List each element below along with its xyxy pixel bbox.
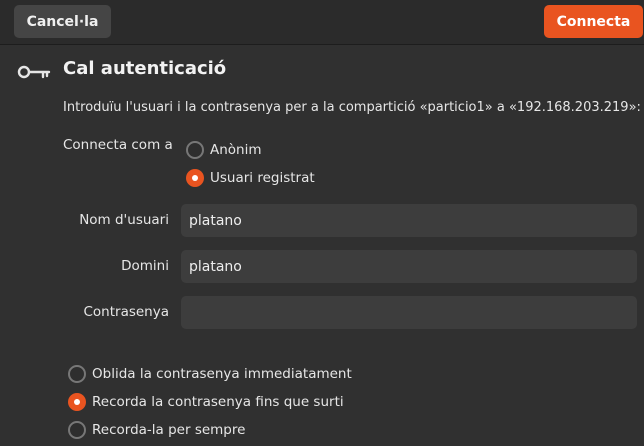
password-label: Contrasenya — [83, 304, 169, 320]
connect-as-label: Connecta com a — [63, 137, 173, 153]
radio-remember-forever-indicator[interactable] — [68, 421, 86, 439]
header-bar: Cancel·la Connecta — [0, 0, 644, 45]
connect-button[interactable]: Connecta — [544, 5, 643, 38]
radio-anonymous-indicator[interactable] — [186, 141, 204, 159]
radio-registered-user-indicator[interactable] — [186, 169, 204, 187]
password-field[interactable] — [181, 296, 637, 329]
radio-remember-until-logout[interactable]: Recorda la contrasenya fins que surti — [68, 391, 344, 413]
key-icon — [17, 65, 51, 79]
radio-remember-forever[interactable]: Recorda-la per sempre — [68, 419, 245, 441]
radio-registered-user-label: Usuari registrat — [210, 170, 315, 186]
domain-field[interactable]: platano — [181, 250, 637, 283]
radio-forget-immediately-indicator[interactable] — [68, 365, 86, 383]
cancel-button[interactable]: Cancel·la — [14, 5, 111, 38]
radio-remember-until-logout-indicator[interactable] — [68, 393, 86, 411]
dialog-description: Introduïu l'usuari i la contrasenya per … — [63, 100, 641, 115]
radio-registered-user[interactable]: Usuari registrat — [186, 167, 315, 189]
radio-forget-immediately-label: Oblida la contrasenya immediatament — [92, 366, 352, 382]
radio-remember-until-logout-label: Recorda la contrasenya fins que surti — [92, 394, 344, 410]
auth-dialog: Cancel·la Connecta Cal autenticació Intr… — [0, 0, 644, 446]
username-label: Nom d'usuari — [79, 212, 169, 228]
radio-forget-immediately[interactable]: Oblida la contrasenya immediatament — [68, 363, 352, 385]
radio-anonymous[interactable]: Anònim — [186, 139, 262, 161]
dialog-title: Cal autenticació — [63, 58, 227, 79]
radio-remember-forever-label: Recorda-la per sempre — [92, 422, 246, 438]
domain-label: Domini — [121, 258, 169, 274]
radio-anonymous-label: Anònim — [210, 142, 262, 158]
username-field[interactable]: platano — [181, 204, 637, 237]
